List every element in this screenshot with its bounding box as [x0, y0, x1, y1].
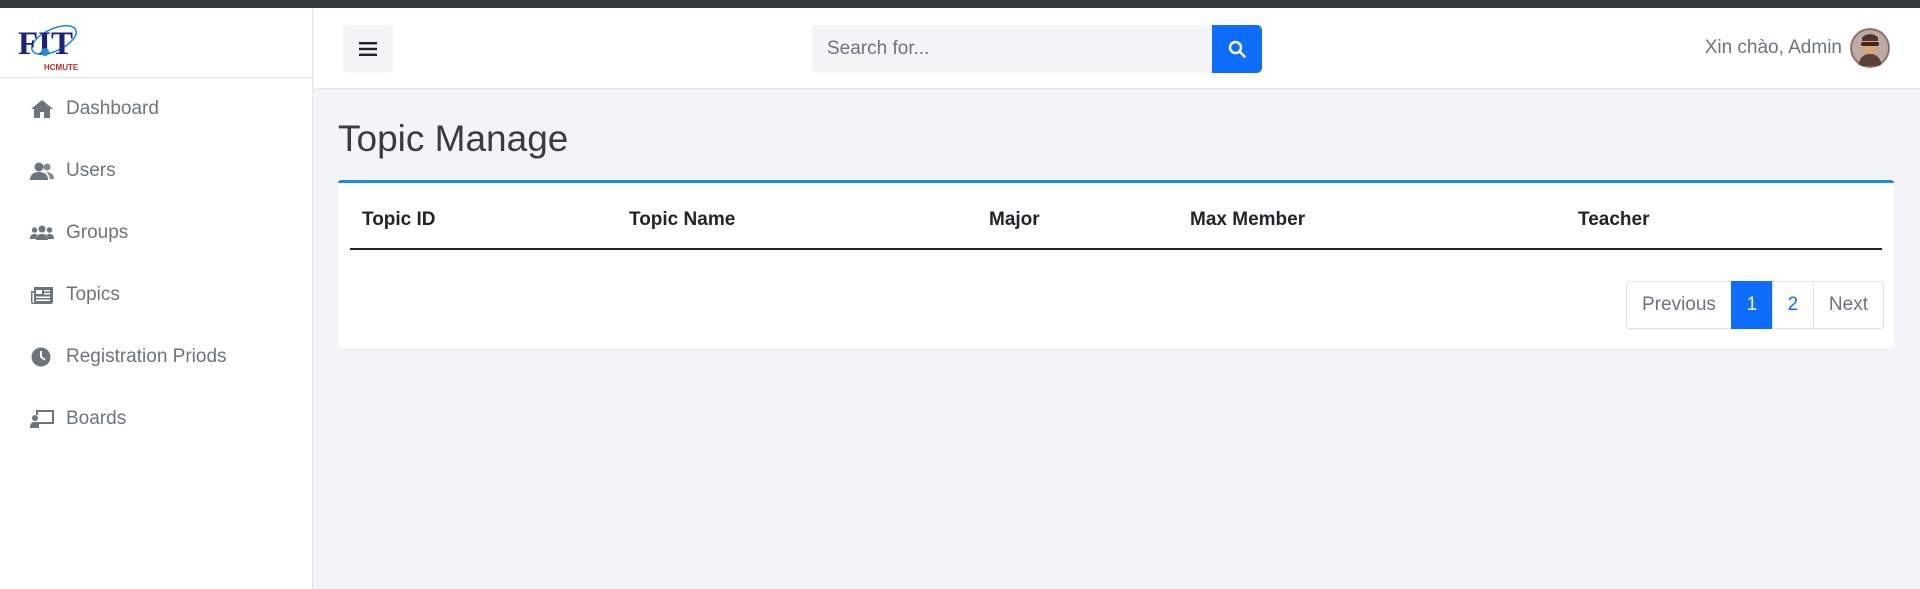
top-strip [0, 0, 1920, 8]
fit-hcmute-logo[interactable]: FIT HCMUTE [18, 18, 88, 74]
sidebar-item-users[interactable]: Users [0, 140, 312, 202]
logo-area: FIT HCMUTE [0, 8, 312, 78]
avatar [1850, 28, 1890, 68]
topics-card: Topic ID Topic Name Major Max Member Tea… [338, 180, 1894, 349]
user-greeting: Xin chào, Admin [1704, 37, 1842, 58]
svg-text:HCMUTE: HCMUTE [44, 63, 79, 72]
sidebar-item-groups[interactable]: Groups [0, 202, 312, 264]
search-button[interactable] [1212, 25, 1262, 73]
pagination: Previous 1 2 Next [1626, 281, 1884, 329]
sidebar-item-registration-periods[interactable]: Registration Priods [0, 326, 312, 388]
page-title: Topic Manage [338, 118, 569, 159]
sidebar-item-dashboard[interactable]: Dashboard [0, 78, 312, 140]
groups-icon [30, 222, 56, 244]
search-icon [1228, 40, 1246, 58]
hamburger-icon [359, 42, 377, 56]
sidebar-item-label: Dashboard [66, 98, 159, 119]
pagination-previous[interactable]: Previous [1626, 281, 1732, 329]
sidebar-item-label: Users [66, 160, 116, 181]
sidebar-item-boards[interactable]: Boards [0, 388, 312, 450]
sidebar-item-label: Boards [66, 408, 127, 429]
chalkboard-teacher-icon [30, 408, 56, 430]
sidebar-nav: Dashboard Users Groups Topics Registrati… [0, 78, 312, 450]
column-header-teacher[interactable]: Teacher [1566, 183, 1882, 250]
search-input[interactable] [812, 25, 1212, 73]
table-header-row: Topic ID Topic Name Major Max Member Tea… [350, 183, 1882, 250]
sidebar-item-label: Groups [66, 222, 129, 243]
users-icon [30, 160, 56, 182]
sidebar-item-label: Topics [66, 284, 120, 305]
column-header-topic-id[interactable]: Topic ID [350, 183, 617, 250]
pagination-page-1[interactable]: 1 [1730, 281, 1773, 329]
sidebar-item-topics[interactable]: Topics [0, 264, 312, 326]
sidebar: FIT HCMUTE Dashboard Users Groups Topics… [0, 8, 313, 589]
column-header-topic-name[interactable]: Topic Name [617, 183, 977, 250]
svg-text:FIT: FIT [18, 26, 73, 62]
home-icon [30, 98, 56, 120]
sidebar-item-label: Registration Priods [66, 346, 227, 367]
column-header-max-member[interactable]: Max Member [1178, 183, 1566, 250]
column-header-major[interactable]: Major [977, 183, 1178, 250]
top-header: Xin chào, Admin [314, 8, 1920, 89]
pagination-next[interactable]: Next [1812, 281, 1884, 329]
newspaper-icon [30, 284, 56, 306]
clock-icon [30, 346, 56, 368]
search-bar [812, 25, 1262, 73]
sidebar-toggle-button[interactable] [343, 25, 393, 73]
pagination-page-2[interactable]: 2 [1771, 281, 1814, 329]
topics-table: Topic ID Topic Name Major Max Member Tea… [350, 183, 1882, 250]
user-menu[interactable]: Xin chào, Admin [1705, 28, 1890, 68]
